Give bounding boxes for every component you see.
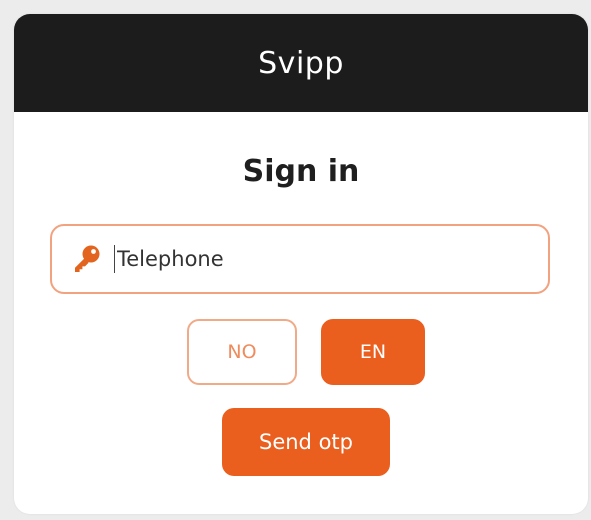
- telephone-field[interactable]: [50, 224, 550, 294]
- app-header: Svipp: [14, 14, 588, 112]
- signin-form: Sign in NO EN Send otp: [14, 112, 588, 514]
- key-icon: [70, 242, 104, 276]
- language-selector: NO EN: [14, 319, 588, 385]
- page-title: Sign in: [242, 154, 360, 189]
- telephone-input[interactable]: [114, 245, 517, 273]
- language-no-button[interactable]: NO: [187, 319, 297, 385]
- language-en-button[interactable]: EN: [321, 319, 425, 385]
- send-otp-button[interactable]: Send otp: [222, 408, 390, 476]
- app-title: Svipp: [258, 45, 344, 81]
- send-otp-row: Send otp: [14, 408, 588, 476]
- login-card: Svipp Sign in NO EN Send otp: [14, 14, 588, 514]
